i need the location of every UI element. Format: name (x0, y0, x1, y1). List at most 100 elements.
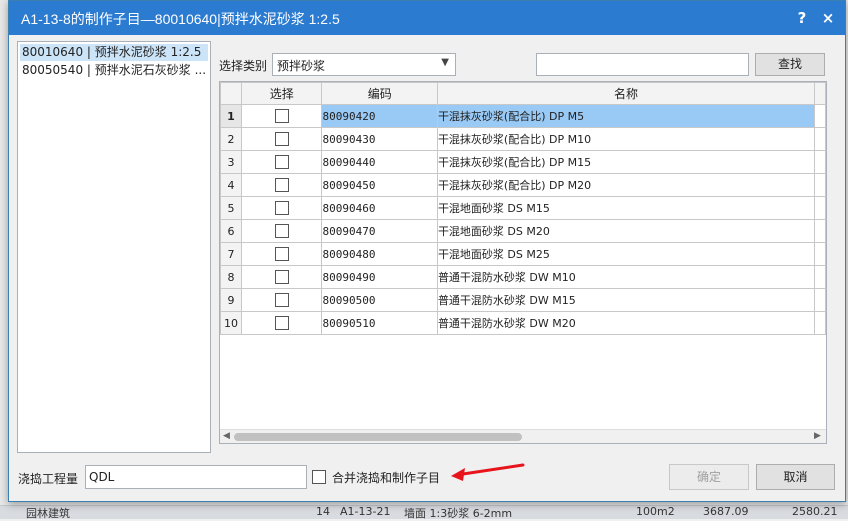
row-checkbox[interactable] (274, 224, 289, 238)
name-cell[interactable]: 干混地面砂浆 DS M25 (436, 242, 816, 266)
name-cell[interactable]: 干混抹灰砂浆(配合比) DP M20 (436, 173, 816, 197)
chevron-down-icon: ▼ (441, 57, 449, 68)
table-row[interactable]: 7 80090480 干混地面砂浆 DS M25 (220, 242, 826, 266)
material-table: 选择 编码 名称 1 80090420 干混抹灰砂浆(配合比) DP M5 2 8009… (220, 82, 826, 357)
row-checkbox[interactable] (274, 316, 289, 330)
filler-cell (814, 311, 826, 335)
background-row-num: 14 (316, 505, 330, 518)
name-cell[interactable]: 普通干混防水砂浆 DW M20 (436, 311, 816, 335)
search-input[interactable] (536, 53, 749, 76)
filler-cell (814, 265, 826, 289)
name-cell[interactable]: 干混抹灰砂浆(配合比) DP M15 (436, 150, 816, 174)
name-cell[interactable]: 普通干混防水砂浆 DW M10 (436, 265, 816, 289)
code-cell[interactable]: 80090460 (321, 196, 438, 220)
code-cell[interactable]: 80090500 (321, 288, 438, 312)
quantity-input[interactable]: QDL (85, 465, 307, 489)
row-number: 8 (220, 265, 242, 289)
select-column-header[interactable]: 选择 (240, 82, 323, 105)
table-row[interactable]: 10 80090510 普通干混防水砂浆 DW M20 (220, 311, 826, 335)
code-cell[interactable]: 80090470 (321, 219, 438, 243)
filler-cell (814, 173, 826, 197)
select-cell[interactable] (240, 173, 323, 197)
list-item[interactable]: 80050540 | 预拌水泥石灰砂浆 ... (20, 62, 208, 79)
name-cell[interactable]: 干混抹灰砂浆(配合比) DP M10 (436, 127, 816, 151)
horizontal-scrollbar[interactable]: ◀ ▶ (220, 429, 826, 443)
select-cell[interactable] (240, 311, 323, 335)
filler-cell (814, 150, 826, 174)
table-row[interactable]: 5 80090460 干混地面砂浆 DS M15 (220, 196, 826, 220)
background-val1: 100m2 (636, 505, 675, 518)
select-cell[interactable] (240, 196, 323, 220)
row-checkbox[interactable] (274, 132, 289, 146)
cancel-button[interactable]: 取消 (756, 464, 835, 490)
list-item[interactable]: 80010640 | 预拌水泥砂浆 1:2.5 (20, 44, 208, 61)
select-cell[interactable] (240, 150, 323, 174)
filler-cell (814, 196, 826, 220)
table-row[interactable]: 3 80090440 干混抹灰砂浆(配合比) DP M15 (220, 150, 826, 174)
quantity-value: QDL (89, 470, 115, 484)
code-cell[interactable]: 80090510 (321, 311, 438, 335)
table-row[interactable]: 4 80090450 干混抹灰砂浆(配合比) DP M20 (220, 173, 826, 197)
row-checkbox[interactable] (274, 247, 289, 261)
select-cell[interactable] (240, 288, 323, 312)
code-cell[interactable]: 80090450 (321, 173, 438, 197)
name-cell[interactable]: 干混地面砂浆 DS M20 (436, 219, 816, 243)
select-cell[interactable] (240, 219, 323, 243)
ok-button[interactable]: 确定 (669, 464, 749, 490)
name-cell[interactable]: 普通干混防水砂浆 DW M15 (436, 288, 816, 312)
table-row[interactable]: 1 80090420 干混抹灰砂浆(配合比) DP M5 (220, 104, 826, 128)
scroll-left-icon[interactable]: ◀ (223, 431, 230, 441)
merge-checkbox[interactable] (312, 470, 326, 484)
name-cell[interactable]: 干混地面砂浆 DS M15 (436, 196, 816, 220)
background-left-item: 园林建筑 (26, 507, 70, 520)
select-cell[interactable] (240, 242, 323, 266)
code-cell[interactable]: 80090420 (321, 104, 438, 128)
mortar-list[interactable]: 80010640 | 预拌水泥砂浆 1:2.5 80050540 | 预拌水泥石… (17, 41, 211, 453)
table-row[interactable]: 8 80090490 普通干混防水砂浆 DW M10 (220, 265, 826, 289)
row-checkbox[interactable] (274, 293, 289, 307)
category-label: 选择类别 (219, 59, 268, 73)
filler-cell (814, 242, 826, 266)
select-cell[interactable] (240, 265, 323, 289)
row-number: 6 (220, 219, 242, 243)
scroll-thumb[interactable] (234, 433, 522, 441)
code-cell[interactable]: 80090480 (321, 242, 438, 266)
row-number: 7 (220, 242, 242, 266)
dialog-titlebar[interactable]: A1-13-8的制作子目—80010640|预拌水泥砂浆 1:2.5 ? × (9, 1, 845, 35)
search-button[interactable]: 查找 (755, 53, 825, 76)
name-column-header[interactable]: 名称 (436, 82, 816, 105)
filler-cell (814, 288, 826, 312)
row-number: 1 (220, 104, 242, 128)
background-val3: 2580.21 (792, 505, 838, 518)
table-row[interactable]: 6 80090470 干混地面砂浆 DS M20 (220, 219, 826, 243)
empty-row (221, 335, 826, 358)
select-cell[interactable] (240, 104, 323, 128)
row-checkbox[interactable] (274, 201, 289, 215)
code-cell[interactable]: 80090490 (321, 265, 438, 289)
code-cell[interactable]: 80090440 (321, 150, 438, 174)
table-header: 选择 编码 名称 (220, 82, 826, 105)
scroll-right-icon[interactable]: ▶ (814, 431, 821, 441)
row-number: 3 (220, 150, 242, 174)
table-row[interactable]: 2 80090430 干混抹灰砂浆(配合比) DP M10 (220, 127, 826, 151)
merge-label[interactable]: 合并浇捣和制作子目 (332, 469, 440, 486)
row-checkbox[interactable] (274, 109, 289, 123)
code-column-header[interactable]: 编码 (321, 82, 438, 105)
name-cell[interactable]: 干混抹灰砂浆(配合比) DP M5 (436, 104, 816, 128)
row-number: 5 (220, 196, 242, 220)
category-value: 预拌砂浆 (277, 59, 326, 73)
filler-cell (814, 219, 826, 243)
help-icon[interactable]: ? (791, 7, 813, 29)
row-checkbox[interactable] (274, 178, 289, 192)
code-cell[interactable]: 80090430 (321, 127, 438, 151)
close-icon[interactable]: × (817, 7, 839, 29)
quantity-label: 浇捣工程量 (18, 472, 79, 486)
select-cell[interactable] (240, 127, 323, 151)
table-row[interactable]: 9 80090500 普通干混防水砂浆 DW M15 (220, 288, 826, 312)
row-number: 10 (220, 311, 242, 335)
category-select[interactable]: 预拌砂浆 ▼ (272, 53, 456, 76)
row-checkbox[interactable] (274, 155, 289, 169)
filler-cell (814, 127, 826, 151)
row-checkbox[interactable] (274, 270, 289, 284)
material-grid: 选择 编码 名称 1 80090420 干混抹灰砂浆(配合比) DP M5 2 8009… (219, 81, 827, 444)
